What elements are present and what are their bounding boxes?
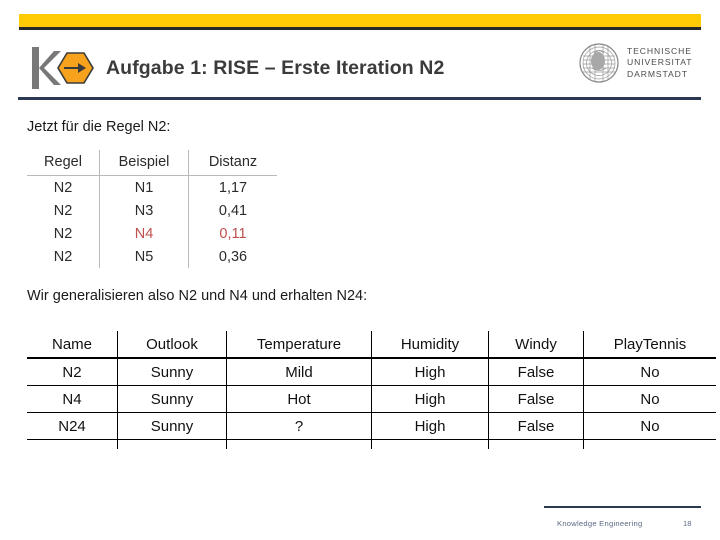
column-header-name: Name — [27, 331, 118, 359]
cell-distanz: 0,36 — [188, 245, 277, 268]
table-row: N4 Sunny Hot High False No — [27, 385, 716, 413]
table-row: N2 Sunny Mild High False No — [27, 358, 716, 386]
cell-windy: False — [488, 358, 584, 386]
cell-name: N2 — [27, 358, 118, 386]
distance-table: Regel Beispiel Distanz N2 N1 1,17 N2 N3 … — [27, 150, 277, 268]
cell-temperature: ? — [226, 412, 372, 440]
cell-regel: N2 — [53, 248, 73, 265]
table-row: N24 Sunny ? High False No — [27, 412, 716, 440]
column-header-windy: Windy — [488, 331, 584, 359]
cell-regel: N2 — [53, 202, 73, 219]
tu-darmstadt-logo: TECHNISCHE UNIVERSITAT DARMSTADT — [578, 36, 702, 90]
table-column-rule-extension — [27, 439, 716, 449]
column-header-humidity: Humidity — [371, 331, 489, 359]
cell-name: N24 — [27, 412, 118, 440]
cell-humidity: High — [371, 358, 489, 386]
header-accent-bar — [19, 14, 701, 27]
header-accent-underline — [19, 27, 701, 30]
cell-playtennis: No — [583, 385, 716, 413]
intro-text-regel-n2: Jetzt für die Regel N2: — [27, 119, 171, 135]
tu-darmstadt-seal-icon — [579, 43, 619, 83]
cell-windy: False — [488, 412, 584, 440]
cell-beispiel: N5 — [99, 245, 189, 268]
table-row: N2 N5 0,36 — [27, 245, 277, 268]
column-header-beispiel: Beispiel — [99, 150, 189, 176]
column-header-playtennis: PlayTennis — [583, 331, 716, 359]
tu-darmstadt-wordmark: TECHNISCHE UNIVERSITAT DARMSTADT — [627, 46, 692, 81]
table-header-row: Regel Beispiel Distanz — [27, 150, 277, 176]
table-header-row: Name Outlook Temperature Humidity Windy … — [27, 331, 716, 359]
table-row-highlighted: N2 N4 0,11 — [27, 222, 277, 245]
cell-beispiel: N4 — [99, 222, 189, 245]
column-header-regel: Regel — [27, 150, 100, 176]
tud-line-3: DARMSTADT — [627, 68, 688, 79]
page-number: 18 — [683, 519, 692, 528]
cell-beispiel: N1 — [99, 175, 189, 199]
column-header-distanz: Distanz — [188, 150, 277, 176]
examples-table: Name Outlook Temperature Humidity Windy … — [27, 331, 716, 449]
cell-outlook: Sunny — [117, 358, 227, 386]
slide: Aufgabe 1: RISE – Erste Iteration N2 TEC… — [0, 0, 720, 540]
tud-line-1: TECHNISCHE — [627, 45, 692, 56]
cell-distanz: 0,11 — [188, 222, 277, 245]
table-row: N2 N1 1,17 — [27, 175, 277, 199]
header-divider — [18, 97, 701, 100]
cell-windy: False — [488, 385, 584, 413]
cell-regel: N2 — [53, 179, 73, 196]
cell-outlook: Sunny — [117, 412, 227, 440]
cell-humidity: High — [371, 385, 489, 413]
cell-playtennis: No — [583, 358, 716, 386]
cell-regel: N2 — [53, 225, 73, 242]
page-title: Aufgabe 1: RISE – Erste Iteration N2 — [106, 56, 445, 79]
cell-distanz: 1,17 — [188, 175, 277, 199]
cell-beispiel: N3 — [99, 199, 189, 222]
tud-line-2: UNIVERSITAT — [627, 57, 693, 68]
footer-divider — [544, 506, 701, 508]
cell-temperature: Hot — [226, 385, 372, 413]
knowledge-engineering-logo — [28, 45, 94, 91]
cell-temperature: Mild — [226, 358, 372, 386]
column-header-temperature: Temperature — [226, 331, 372, 359]
cell-name: N4 — [27, 385, 118, 413]
cell-humidity: High — [371, 412, 489, 440]
footer-label: Knowledge Engineering — [557, 519, 643, 528]
cell-distanz: 0,41 — [188, 199, 277, 222]
cell-outlook: Sunny — [117, 385, 227, 413]
cell-playtennis: No — [583, 412, 716, 440]
table-row: N2 N3 0,41 — [27, 199, 277, 222]
column-header-outlook: Outlook — [117, 331, 227, 359]
generalization-text: Wir generalisieren also N2 und N4 und er… — [27, 288, 368, 304]
